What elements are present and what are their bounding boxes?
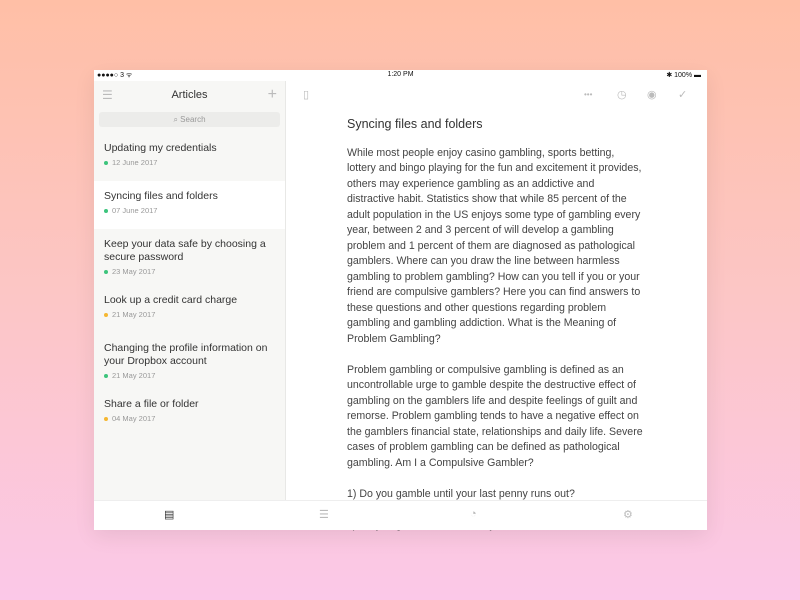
status-dot <box>104 270 108 275</box>
search-input[interactable]: ⌕ Search <box>99 112 280 127</box>
tab-list-icon[interactable]: ☰ <box>319 508 329 521</box>
list-item[interactable]: Updating my credentials 12 June 2017 <box>94 133 285 181</box>
item-date: 12 June 2017 <box>104 158 275 167</box>
check-icon[interactable]: ✓ <box>678 88 687 101</box>
list-item[interactable]: Share a file or folder 04 May 2017 <box>94 389 285 437</box>
status-dot <box>104 417 108 422</box>
tab-bar: ▤ ☰ ◔ ⚙ <box>94 500 707 530</box>
status-dot <box>104 209 108 214</box>
sidebar-toggle-icon[interactable]: ▯ <box>303 88 309 101</box>
timer-icon[interactable]: ◷ <box>617 88 627 101</box>
sidebar-title: Articles <box>171 89 208 101</box>
tab-stats-icon[interactable]: ◔ <box>470 508 477 520</box>
paragraph: Problem gambling or compulsive gambling … <box>347 363 643 469</box>
app-window: ●●●●○ 3 ᯤ 1:20 PM ✱ 100% ▬ ☰ Articles + … <box>94 70 707 531</box>
item-date: 21 May 2017 <box>104 310 275 319</box>
list-item[interactable]: Look up a credit card charge 21 May 2017 <box>94 285 285 333</box>
date-text: 12 June 2017 <box>112 158 158 167</box>
toolbar: ▯ ••• ◷ ◉ ✓ <box>286 81 707 109</box>
date-text: 23 May 2017 <box>112 267 156 276</box>
item-date: 04 May 2017 <box>104 414 275 423</box>
battery-level: 100% <box>674 72 693 79</box>
date-text: 21 May 2017 <box>112 371 156 380</box>
search-placeholder: Search <box>180 115 206 124</box>
article-title: Syncing files and folders <box>347 117 483 131</box>
date-text: 07 June 2017 <box>112 206 158 215</box>
item-title: Share a file or folder <box>104 398 199 410</box>
item-title: Changing the profile information on your… <box>104 342 268 367</box>
date-text: 21 May 2017 <box>112 310 156 319</box>
list-item[interactable]: Keep your data safe by choosing a secure… <box>94 229 285 285</box>
status-dot <box>104 374 108 379</box>
more-icon[interactable]: ••• <box>584 90 592 99</box>
item-date: 21 May 2017 <box>104 371 275 380</box>
article-body[interactable]: Syncing files and folders While most peo… <box>347 117 643 549</box>
paragraph: While most people enjoy casino gambling,… <box>347 146 642 345</box>
date-text: 04 May 2017 <box>112 414 156 423</box>
item-title: Look up a credit card charge <box>104 294 238 306</box>
item-date: 23 May 2017 <box>104 267 275 276</box>
list-item[interactable]: Changing the profile information on your… <box>94 333 285 389</box>
article-list: Updating my credentials 12 June 2017 Synci… <box>94 133 285 437</box>
editor: ▯ ••• ◷ ◉ ✓ Syncing files and folders Wh… <box>286 81 707 531</box>
item-title: Updating my credentials <box>104 142 217 154</box>
tab-articles-icon[interactable]: ▤ <box>164 508 174 521</box>
status-dot <box>104 161 108 166</box>
list-item[interactable]: Syncing files and folders 07 June 2017 <box>94 181 285 229</box>
tab-settings-icon[interactable]: ⚙ <box>623 508 633 521</box>
menu-icon[interactable]: ☰ <box>102 81 113 109</box>
sidebar: ☰ Articles + ⌕ Search Updating my creden… <box>94 81 286 500</box>
status-bar: ●●●●○ 3 ᯤ 1:20 PM ✱ 100% ▬ <box>94 70 707 81</box>
clock: 1:20 PM <box>387 71 414 78</box>
search-icon: ⌕ <box>173 115 178 124</box>
item-date: 07 June 2017 <box>104 206 275 215</box>
item-title: Keep your data safe by choosing a secure… <box>104 238 266 263</box>
eye-icon[interactable]: ◉ <box>647 88 657 101</box>
battery-indicator: ✱ 100% ▬ <box>666 72 701 79</box>
add-article-button[interactable]: + <box>268 81 277 109</box>
item-title: Syncing files and folders <box>104 190 218 202</box>
status-dot <box>104 313 108 318</box>
